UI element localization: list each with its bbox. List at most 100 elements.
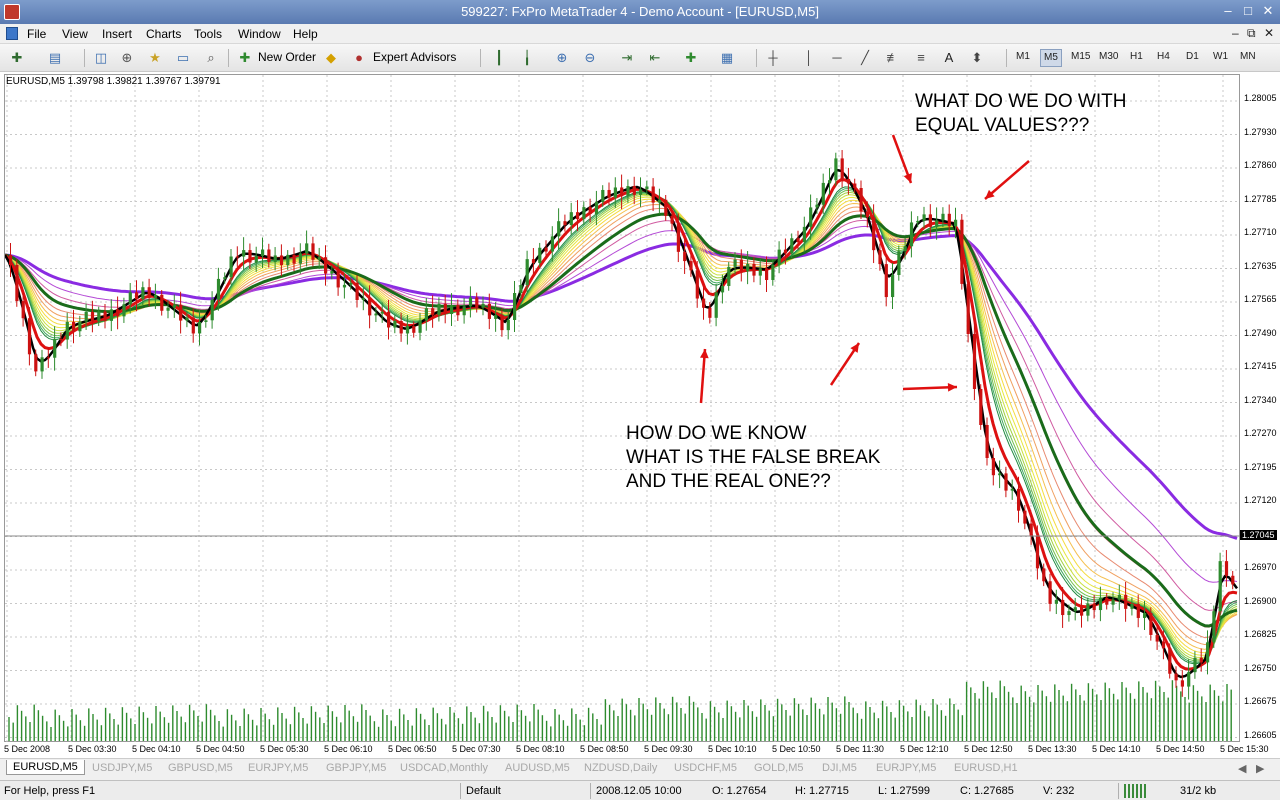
data-window-icon[interactable]: ⊕ bbox=[118, 49, 136, 67]
arrows-icon[interactable]: ⬍ bbox=[968, 49, 986, 67]
price-label: 1.27860 bbox=[1244, 160, 1277, 170]
timeframe-h1[interactable]: H1 bbox=[1130, 51, 1143, 62]
candle-body bbox=[607, 189, 611, 198]
moving-average-line bbox=[4, 213, 1238, 628]
candle-body bbox=[1035, 536, 1040, 569]
timeframe-m30[interactable]: M30 bbox=[1099, 51, 1118, 62]
crosshair-icon[interactable]: ┼ bbox=[764, 49, 782, 67]
tab-scroll-left-icon[interactable]: ◀ bbox=[1238, 762, 1246, 775]
menu-file[interactable]: File bbox=[27, 27, 46, 41]
expert-advisors-button[interactable]: Expert Advisors bbox=[373, 50, 456, 64]
candle-body bbox=[1042, 568, 1046, 582]
moving-average-line bbox=[4, 198, 1238, 654]
time-label: 5 Dec 06:10 bbox=[324, 744, 373, 754]
status-volume: V: 232 bbox=[1043, 785, 1075, 797]
candle-body bbox=[620, 187, 624, 197]
navigator-icon[interactable]: ★ bbox=[146, 49, 164, 67]
price-chart[interactable] bbox=[3, 75, 1241, 743]
timeframe-d1[interactable]: D1 bbox=[1186, 51, 1199, 62]
market-watch-icon[interactable]: ◫ bbox=[92, 49, 110, 67]
candle-body bbox=[1029, 523, 1033, 537]
chart-tab[interactable]: DJI,M5 bbox=[822, 762, 857, 774]
candle-body bbox=[1067, 611, 1071, 616]
chart-tab[interactable]: EURJPY,M5 bbox=[876, 762, 936, 774]
chart-tab[interactable]: GBPUSD,M5 bbox=[168, 762, 233, 774]
window-title: 599227: FxPro MetaTrader 4 - Demo Accoun… bbox=[461, 4, 819, 19]
timeframe-w1[interactable]: W1 bbox=[1213, 51, 1228, 62]
text-tool-icon[interactable]: A bbox=[940, 49, 958, 67]
chart-tab[interactable]: NZDUSD,Daily bbox=[584, 762, 657, 774]
chart-tab[interactable]: GBPJPY,M5 bbox=[326, 762, 386, 774]
equidistant-channel-icon[interactable]: ≢ bbox=[884, 49, 902, 67]
chart-tab[interactable]: GOLD,M5 bbox=[754, 762, 804, 774]
periods-icon[interactable]: ▦ bbox=[718, 49, 736, 67]
connection-status-icon[interactable] bbox=[1124, 784, 1148, 798]
new-chart-icon[interactable]: ✚ bbox=[8, 49, 26, 67]
chart-tab[interactable]: EURJPY,M5 bbox=[248, 762, 308, 774]
tab-scroll-right-icon[interactable]: ▶ bbox=[1256, 762, 1264, 775]
candle-body bbox=[90, 311, 95, 322]
timeframe-h4[interactable]: H4 bbox=[1157, 51, 1170, 62]
close-button[interactable]: ✕ bbox=[1258, 3, 1278, 21]
time-label: 5 Dec 13:30 bbox=[1028, 744, 1077, 754]
price-axis[interactable]: 1.28005 1.27930 1.27860 1.27785 1.27710 1.276… bbox=[1240, 74, 1280, 742]
price-label: 1.27565 bbox=[1244, 294, 1277, 304]
menu-help[interactable]: Help bbox=[293, 27, 318, 41]
candlestick-icon[interactable]: ╽ bbox=[518, 49, 536, 67]
candle-body bbox=[292, 254, 296, 264]
menu-charts[interactable]: Charts bbox=[146, 27, 181, 41]
auto-scroll-icon[interactable]: ⇥ bbox=[618, 49, 636, 67]
tester-icon[interactable]: ⌕ bbox=[202, 49, 220, 67]
candle-body bbox=[525, 259, 529, 285]
chart-tab[interactable]: EURUSD,H1 bbox=[954, 762, 1018, 774]
menu-window[interactable]: Window bbox=[238, 27, 281, 41]
metaeditor-icon[interactable]: ◆ bbox=[322, 49, 340, 67]
maximize-button[interactable]: □ bbox=[1238, 3, 1258, 21]
new-order-icon[interactable]: ✚ bbox=[236, 49, 254, 67]
timeframe-m5[interactable]: M5 bbox=[1040, 49, 1062, 67]
timeframe-mn[interactable]: MN bbox=[1240, 51, 1256, 62]
chart-tab[interactable]: USDCHF,M5 bbox=[674, 762, 737, 774]
chart-window-icon[interactable] bbox=[6, 27, 18, 40]
timeframe-m1[interactable]: M1 bbox=[1016, 51, 1030, 62]
candle-body bbox=[897, 251, 901, 275]
profiles-icon[interactable]: ▤ bbox=[46, 49, 64, 67]
mdi-restore-button[interactable]: ⧉ bbox=[1247, 26, 1256, 41]
menu-insert[interactable]: Insert bbox=[102, 27, 132, 41]
horizontal-line-icon[interactable]: ─ bbox=[828, 49, 846, 67]
time-axis[interactable]: 5 Dec 2008 5 Dec 03:30 5 Dec 04:10 5 Dec 04… bbox=[4, 742, 1280, 758]
price-label: 1.26825 bbox=[1244, 629, 1277, 639]
menu-tools[interactable]: Tools bbox=[194, 27, 222, 41]
mdi-minimize-button[interactable]: – bbox=[1232, 26, 1239, 40]
candle-body bbox=[1061, 599, 1065, 616]
chart-canvas[interactable] bbox=[3, 74, 1241, 743]
chart-tab[interactable]: USDCAD,Monthly bbox=[400, 762, 488, 774]
time-label: 5 Dec 09:30 bbox=[644, 744, 693, 754]
candle-body bbox=[450, 305, 454, 315]
minimize-button[interactable]: – bbox=[1218, 3, 1238, 21]
candle-body bbox=[393, 320, 397, 328]
candle-body bbox=[487, 303, 491, 319]
candle-body bbox=[846, 179, 851, 184]
fibonacci-icon[interactable]: ≡ bbox=[912, 49, 930, 67]
vertical-line-icon[interactable]: │ bbox=[800, 49, 818, 67]
candle-body bbox=[204, 320, 208, 322]
candle-body bbox=[405, 326, 410, 334]
chart-tab[interactable]: AUDUSD,M5 bbox=[505, 762, 570, 774]
timeframe-m15[interactable]: M15 bbox=[1071, 51, 1090, 62]
indicators-icon[interactable]: ✚ bbox=[682, 49, 700, 67]
new-order-button[interactable]: New Order bbox=[258, 50, 316, 64]
chart-shift-icon[interactable]: ⇤ bbox=[646, 49, 664, 67]
zoom-out-icon[interactable]: ⊖ bbox=[581, 49, 599, 67]
expert-advisors-icon[interactable]: ● bbox=[350, 49, 368, 67]
chart-tab[interactable]: USDJPY,M5 bbox=[92, 762, 152, 774]
candle-body bbox=[922, 214, 926, 221]
zoom-in-icon[interactable]: ⊕ bbox=[553, 49, 571, 67]
bar-chart-icon[interactable]: ┃ bbox=[490, 49, 508, 67]
menu-view[interactable]: View bbox=[62, 27, 88, 41]
candle-body bbox=[1017, 488, 1021, 511]
terminal-icon[interactable]: ▭ bbox=[174, 49, 192, 67]
chart-tab[interactable]: EURUSD,M5 bbox=[6, 760, 85, 775]
trendline-icon[interactable]: ╱ bbox=[856, 49, 874, 67]
mdi-close-button[interactable]: ✕ bbox=[1264, 26, 1274, 40]
